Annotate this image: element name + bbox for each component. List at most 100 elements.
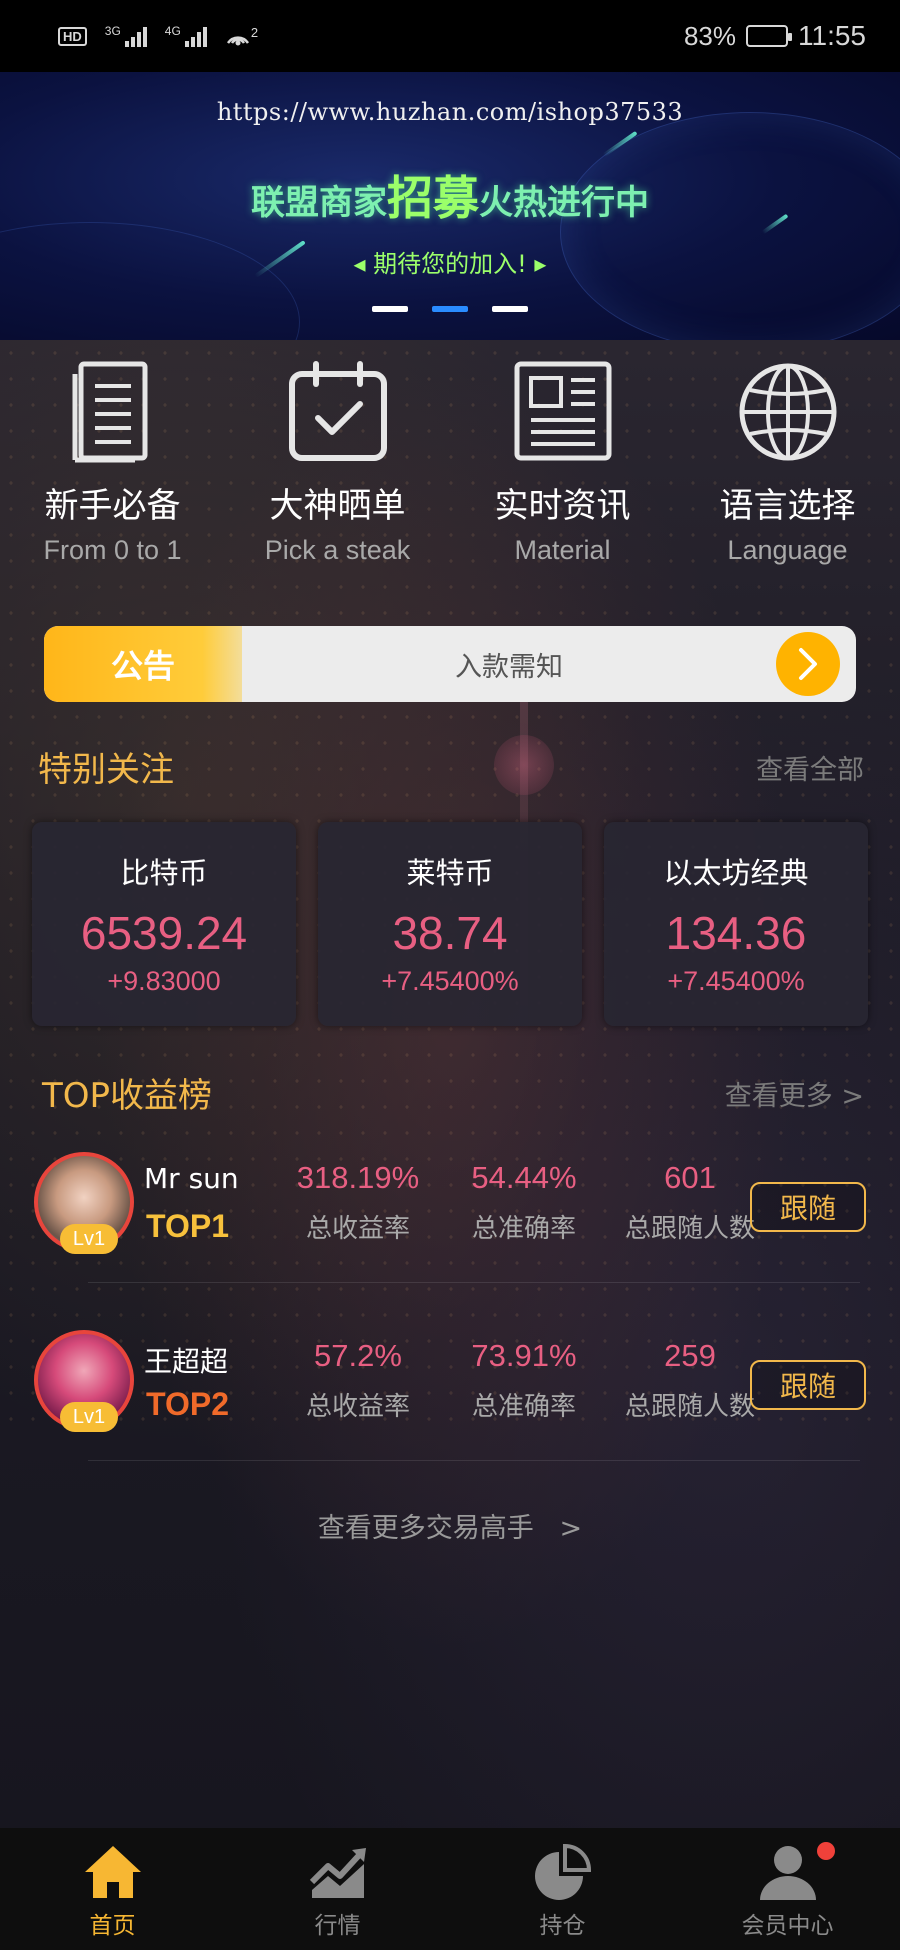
carousel-dot[interactable] [492, 306, 528, 312]
coin-cards: 比特币 6539.24 +9.83000 莱特币 38.74 +7.45400%… [32, 822, 868, 1026]
stat-followers: 259 总跟随人数 [610, 1338, 770, 1423]
stat-label: 总准确率 [471, 1214, 576, 1244]
home-icon [84, 1846, 141, 1898]
leaderboard-row[interactable]: Lv1 Mr sun TOP1 318.19% 总收益率 54.44% 总准确率… [34, 1130, 866, 1290]
quick-item-subtitle: Material [514, 535, 611, 565]
network-4g-label: 4G [164, 24, 181, 38]
battery-icon [746, 25, 792, 47]
banner-wave-decoration [0, 222, 300, 340]
newspaper-icon [514, 361, 611, 461]
stat-label: 总收益率 [305, 1392, 410, 1422]
banner-title: 联盟商家招募火热进行中 [0, 162, 900, 228]
follow-button[interactable]: 跟随 [750, 1182, 866, 1232]
coin-price: 134.36 [665, 907, 807, 959]
quick-item-subtitle: From 0 to 1 [43, 535, 182, 565]
stat-value: 73.91% [471, 1338, 577, 1373]
nav-label: 首页 [89, 1913, 136, 1939]
leaderboard-title: TOP收益榜 [42, 1076, 213, 1116]
trader-name: Mr sun [144, 1162, 239, 1195]
quick-item-showcase[interactable]: 大神晒单 Pick a steak [225, 360, 450, 566]
see-more-traders-link[interactable]: 查看更多交易高手 > [0, 1506, 900, 1545]
coin-name: 比特币 [120, 856, 208, 890]
quick-item-subtitle: Pick a steak [264, 535, 411, 565]
stat-label: 总跟随人数 [624, 1392, 755, 1422]
status-right: 83% 11:55 [684, 20, 866, 52]
divider [88, 1282, 860, 1283]
banner-title-left: 联盟商家 [251, 183, 387, 223]
notice-tag: 公告 [44, 626, 242, 702]
stat-followers: 601 总跟随人数 [610, 1160, 770, 1245]
carousel-dot[interactable] [372, 306, 408, 312]
stat-label: 总跟随人数 [624, 1214, 755, 1244]
banner-url: https://www.huzhan.com/ishop37533 [216, 98, 684, 126]
quick-item-title: 实时资讯 [494, 486, 631, 526]
signal-3g-icon: 3G [105, 25, 147, 47]
coin-price: 38.74 [392, 907, 508, 959]
nav-member-center[interactable]: 会员中心 [675, 1828, 900, 1950]
stat-accuracy: 73.91% 总准确率 [444, 1338, 604, 1423]
calendar-check-icon [288, 361, 387, 461]
nav-label: 持仓 [539, 1913, 586, 1939]
banner-title-highlight: 招募 [387, 171, 479, 225]
coin-card-btc[interactable]: 比特币 6539.24 +9.83000 [32, 822, 296, 1026]
chart-trend-icon [309, 1848, 366, 1898]
promo-banner[interactable]: https://www.huzhan.com/ishop37533 联盟商家招募… [0, 72, 900, 340]
pie-chart-icon [534, 1843, 591, 1900]
carousel-dot-active[interactable] [432, 306, 468, 312]
stat-profit: 318.19% 总收益率 [278, 1160, 438, 1245]
notice-bar[interactable]: 公告 入款需知 [44, 626, 856, 702]
coin-card-ltc[interactable]: 莱特币 38.74 +7.45400% [318, 822, 582, 1026]
level-badge: Lv1 [60, 1224, 118, 1254]
stat-label: 总收益率 [305, 1214, 410, 1244]
coin-change: +9.83000 [107, 966, 221, 996]
carousel-indicator [372, 306, 528, 312]
status-bar: HD 3G 4G 2 83% 11:55 [0, 0, 900, 72]
stat-accuracy: 54.44% 总准确率 [444, 1160, 604, 1245]
quick-item-title: 新手必备 [44, 486, 181, 526]
bottom-nav: 首页 行情 持仓 会员中心 [0, 1828, 900, 1950]
stat-value: 259 [664, 1338, 716, 1373]
book-icon [72, 361, 147, 463]
banner-title-right: 火热进行中 [479, 183, 649, 223]
notice-text[interactable]: 入款需知 [242, 645, 776, 684]
level-badge: Lv1 [60, 1402, 118, 1432]
status-left: HD 3G 4G 2 [58, 25, 258, 47]
coin-name: 莱特币 [406, 856, 494, 890]
quick-item-subtitle: Language [727, 535, 848, 565]
quick-item-title: 语言选择 [719, 486, 856, 526]
nav-positions[interactable]: 持仓 [450, 1828, 675, 1950]
rank-label: TOP2 [146, 1386, 229, 1422]
nav-market[interactable]: 行情 [225, 1828, 450, 1950]
hotspot-icon: 2 [225, 25, 258, 47]
coin-change: +7.45400% [667, 966, 805, 996]
nav-label: 行情 [314, 1913, 361, 1939]
clock: 11:55 [798, 20, 866, 51]
quick-item-news[interactable]: 实时资讯 Material [450, 360, 675, 566]
stat-value: 57.2% [314, 1338, 402, 1373]
nav-home[interactable]: 首页 [0, 1828, 225, 1950]
coin-price: 6539.24 [80, 907, 248, 959]
network-3g-label: 3G [104, 24, 121, 38]
quick-item-title: 大神晒单 [269, 486, 406, 526]
divider [88, 1460, 860, 1461]
leaderboard-row[interactable]: Lv1 王超超 TOP2 57.2% 总收益率 73.91% 总准确率 259 … [34, 1308, 866, 1468]
hotspot-count: 2 [250, 25, 259, 40]
chevron-right-icon [799, 648, 817, 680]
rank-label: TOP1 [146, 1208, 229, 1244]
user-icon [759, 1846, 816, 1900]
tower-ball-decoration [494, 735, 554, 795]
nav-label: 会员中心 [741, 1913, 834, 1939]
view-all-link[interactable]: 查看全部 [756, 748, 864, 787]
coin-name: 以太坊经典 [663, 856, 809, 890]
stat-value: 318.19% [296, 1160, 420, 1195]
leaderboard-more-link[interactable]: 查看更多 > [725, 1074, 864, 1113]
notification-dot [817, 1842, 835, 1860]
follow-button[interactable]: 跟随 [750, 1360, 866, 1410]
coin-card-etc[interactable]: 以太坊经典 134.36 +7.45400% [604, 822, 868, 1026]
notice-arrow-button[interactable] [776, 632, 840, 696]
stat-value: 54.44% [471, 1160, 577, 1195]
quick-item-language[interactable]: 语言选择 Language [675, 360, 900, 566]
banner-subtitle: ◂ 期待您的加入! ▸ [353, 250, 547, 278]
quick-item-beginner[interactable]: 新手必备 From 0 to 1 [0, 360, 225, 566]
coin-change: +7.45400% [381, 966, 519, 996]
